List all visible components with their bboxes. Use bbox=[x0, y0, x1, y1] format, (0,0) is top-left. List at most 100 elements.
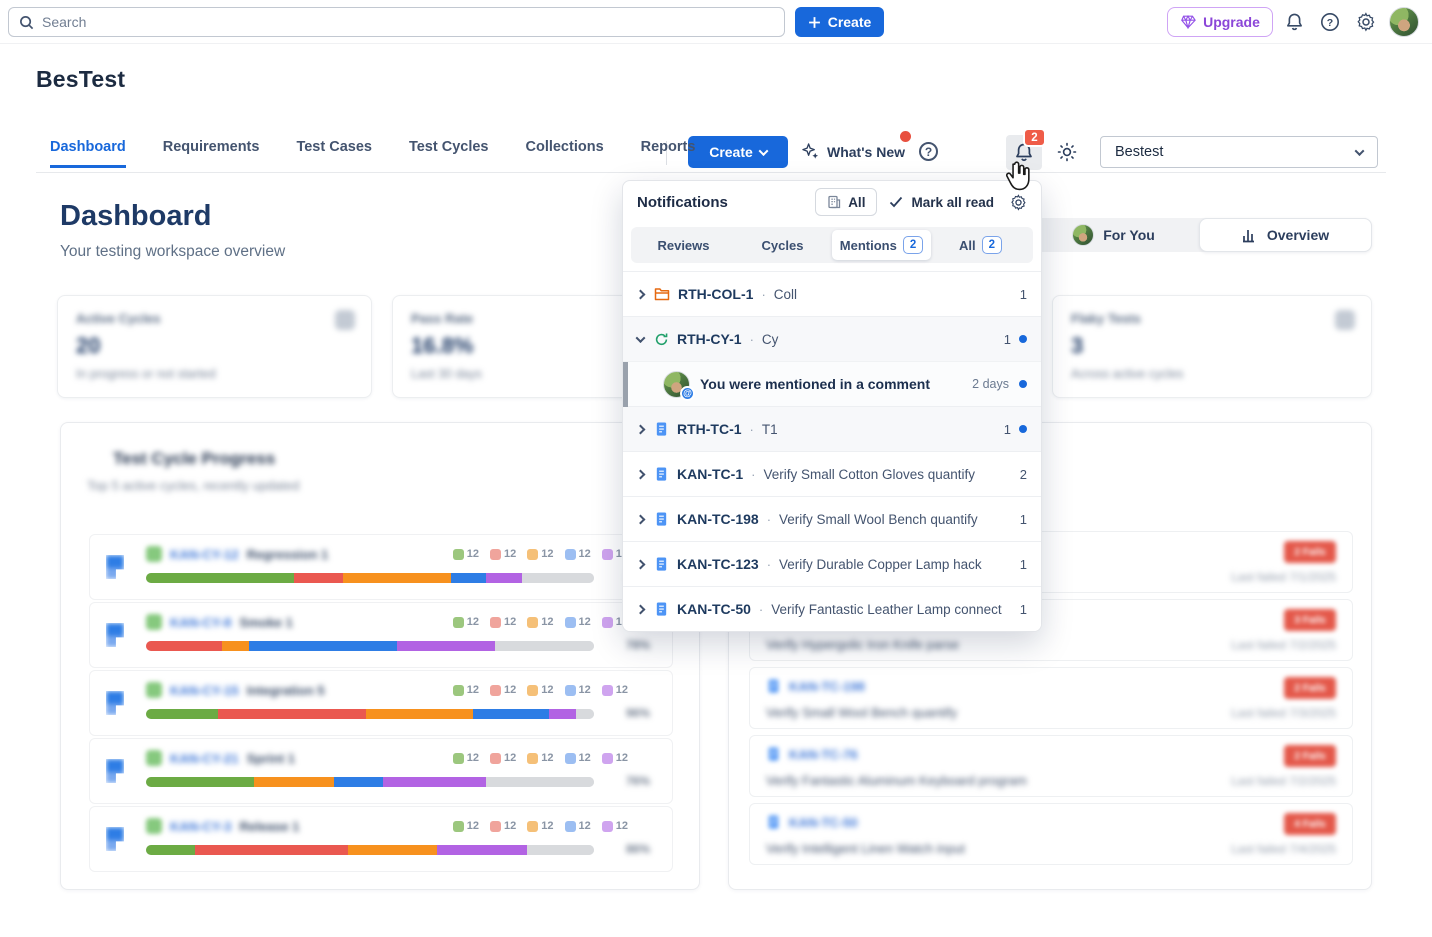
fail-badge: 3 Fails bbox=[1284, 609, 1336, 631]
cycle-row[interactable]: KAN-CY-3Release 1 1212121212 86% bbox=[89, 806, 673, 872]
page-subtitle: Your testing workspace overview bbox=[60, 243, 285, 261]
chevron-right-icon[interactable] bbox=[636, 424, 646, 434]
workspace-select[interactable]: Bestest bbox=[1100, 136, 1378, 168]
test-link[interactable]: KAN-TC-76 bbox=[789, 747, 858, 762]
tab-test-cases[interactable]: Test Cases bbox=[296, 139, 372, 168]
status-chip bbox=[146, 614, 162, 630]
search-icon bbox=[19, 15, 34, 30]
notification-tabs: Reviews Cycles Mentions2 All2 bbox=[631, 227, 1033, 263]
mark-all-read-button[interactable]: Mark all read bbox=[889, 195, 994, 210]
progress-bar bbox=[146, 845, 594, 855]
notification-item[interactable]: KAN-TC-50 · Verify Fantastic Leather Lam… bbox=[623, 586, 1041, 631]
cycle-link[interactable]: KAN-CY-3 bbox=[170, 819, 231, 834]
stat-value: 20 bbox=[76, 333, 353, 359]
notification-count: 1 bbox=[1020, 287, 1027, 302]
tab-for-you[interactable]: For You bbox=[1028, 218, 1199, 252]
testcase-icon bbox=[654, 601, 669, 617]
collection-icon bbox=[654, 287, 670, 301]
notification-count: 2 bbox=[1020, 467, 1027, 482]
tab-mentions[interactable]: Mentions2 bbox=[832, 230, 931, 260]
cycle-flag-icon bbox=[106, 623, 124, 647]
cycle-row[interactable]: KAN-CY-15Integration 5 1212121212 96% bbox=[89, 670, 673, 736]
notifications-top-icon[interactable] bbox=[1283, 11, 1305, 33]
tab-test-cycles[interactable]: Test Cycles bbox=[409, 139, 489, 168]
test-list-item[interactable]: KAN-TC-76 2 Fails Verify Fantastic Alumi… bbox=[749, 735, 1353, 797]
notification-count: 1 bbox=[1004, 332, 1011, 347]
cycle-stats: 1212121212 bbox=[453, 820, 628, 832]
status-chip bbox=[146, 818, 162, 834]
notification-key: RTH-COL-1 bbox=[678, 286, 753, 302]
cycle-name: Sprint 1 bbox=[247, 751, 295, 766]
whats-new-button[interactable]: What's New bbox=[802, 143, 905, 160]
notification-count: 1 bbox=[1004, 422, 1011, 437]
mention-text: You were mentioned in a comment bbox=[700, 376, 962, 392]
chevron-right-icon[interactable] bbox=[636, 559, 646, 569]
stat-card-active-cycles[interactable]: Active Cycles 20 In progress or not star… bbox=[57, 295, 372, 398]
notification-settings-icon[interactable] bbox=[1010, 194, 1027, 211]
main-tabs: Dashboard Requirements Test Cases Test C… bbox=[50, 139, 695, 168]
cycle-link[interactable]: KAN-CY-15 bbox=[170, 683, 239, 698]
notification-key: KAN-TC-1 bbox=[677, 466, 743, 482]
fail-badge: 2 Fails bbox=[1284, 541, 1336, 563]
tab-requirements[interactable]: Requirements bbox=[163, 139, 260, 168]
panel-scrollbar[interactable] bbox=[623, 362, 628, 407]
separator: · bbox=[750, 332, 754, 347]
tab-overview[interactable]: Overview bbox=[1199, 218, 1372, 252]
search-box[interactable] bbox=[8, 7, 785, 37]
testcase-icon bbox=[654, 556, 669, 572]
cycle-row[interactable]: KAN-CY-21Sprint 1 1212121212 76% bbox=[89, 738, 673, 804]
filter-all-button[interactable]: All bbox=[815, 188, 877, 216]
notification-item[interactable]: KAN-TC-198 · Verify Small Wool Bench qua… bbox=[623, 496, 1041, 541]
user-avatar[interactable] bbox=[1389, 7, 1419, 37]
bar-chart-icon bbox=[1242, 227, 1258, 243]
chevron-right-icon[interactable] bbox=[636, 604, 646, 614]
create-dropdown-button[interactable]: Create bbox=[688, 136, 788, 168]
theme-toggle-button[interactable] bbox=[1056, 141, 1078, 163]
cycle-link[interactable]: KAN-CY-12 bbox=[170, 547, 239, 562]
global-create-button[interactable]: Create bbox=[795, 7, 884, 37]
notification-item-expanded[interactable]: RTH-CY-1 · Cy 1 bbox=[623, 316, 1041, 361]
search-input[interactable] bbox=[42, 14, 774, 30]
settings-top-icon[interactable] bbox=[1355, 11, 1377, 33]
cycle-stats: 1212121212 bbox=[453, 616, 628, 628]
tab-cycles[interactable]: Cycles bbox=[733, 230, 832, 260]
tab-dashboard[interactable]: Dashboard bbox=[50, 139, 126, 168]
help-top-icon[interactable]: ? bbox=[1319, 11, 1341, 33]
cycle-row[interactable]: KAN-CY-12Regression 1 1212121212 84% bbox=[89, 534, 673, 600]
fail-badge: 4 Fails bbox=[1284, 813, 1336, 835]
test-title: Verify Fantastic Aluminum Keyboard progr… bbox=[766, 773, 1027, 788]
cycle-link[interactable]: KAN-CY-8 bbox=[170, 615, 231, 630]
progress-percent: 78% bbox=[626, 638, 650, 652]
upgrade-button[interactable]: Upgrade bbox=[1167, 7, 1273, 37]
help-icon[interactable]: ? bbox=[919, 142, 938, 161]
test-list-item[interactable]: KAN-TC-50 4 Fails Verify Intelligent Lin… bbox=[749, 803, 1353, 865]
chevron-right-icon[interactable] bbox=[636, 514, 646, 524]
test-link[interactable]: KAN-TC-198 bbox=[789, 679, 865, 694]
notification-item[interactable]: RTH-COL-1 · Coll 1 bbox=[623, 271, 1041, 316]
chevron-down-icon bbox=[758, 146, 768, 156]
chevron-right-icon[interactable] bbox=[636, 469, 646, 479]
notification-item[interactable]: RTH-TC-1 · T1 1 bbox=[623, 406, 1041, 451]
test-list-item[interactable]: KAN-TC-198 2 Fails Verify Small Wool Ben… bbox=[749, 667, 1353, 729]
progress-bar bbox=[146, 709, 594, 719]
svg-text:?: ? bbox=[1327, 17, 1333, 29]
tab-reports[interactable]: Reports bbox=[641, 139, 696, 168]
gem-icon bbox=[1180, 15, 1196, 29]
separator: · bbox=[751, 467, 755, 482]
notification-item[interactable]: KAN-TC-1 · Verify Small Cotton Gloves qu… bbox=[623, 451, 1041, 496]
progress-percent: 96% bbox=[626, 706, 650, 720]
stat-card-right[interactable]: Flaky Tests 3 Across active cycles bbox=[1052, 295, 1372, 398]
notification-count: 1 bbox=[1020, 512, 1027, 527]
cycle-link[interactable]: KAN-CY-21 bbox=[170, 751, 239, 766]
mention-notification[interactable]: @ You were mentioned in a comment 2 days bbox=[623, 361, 1041, 406]
tab-all[interactable]: All2 bbox=[931, 230, 1030, 260]
chevron-right-icon[interactable] bbox=[636, 289, 646, 299]
cycle-row[interactable]: KAN-CY-8Smoke 1 1212121212 78% bbox=[89, 602, 673, 668]
progress-percent: 86% bbox=[626, 842, 650, 856]
tab-collections[interactable]: Collections bbox=[525, 139, 603, 168]
tab-reviews[interactable]: Reviews bbox=[634, 230, 733, 260]
test-link[interactable]: KAN-TC-50 bbox=[789, 815, 858, 830]
chevron-down-icon[interactable] bbox=[636, 333, 646, 343]
notification-item[interactable]: KAN-TC-123 · Verify Durable Copper Lamp … bbox=[623, 541, 1041, 586]
test-time: Last failed 7/4/2025 bbox=[1231, 842, 1336, 856]
